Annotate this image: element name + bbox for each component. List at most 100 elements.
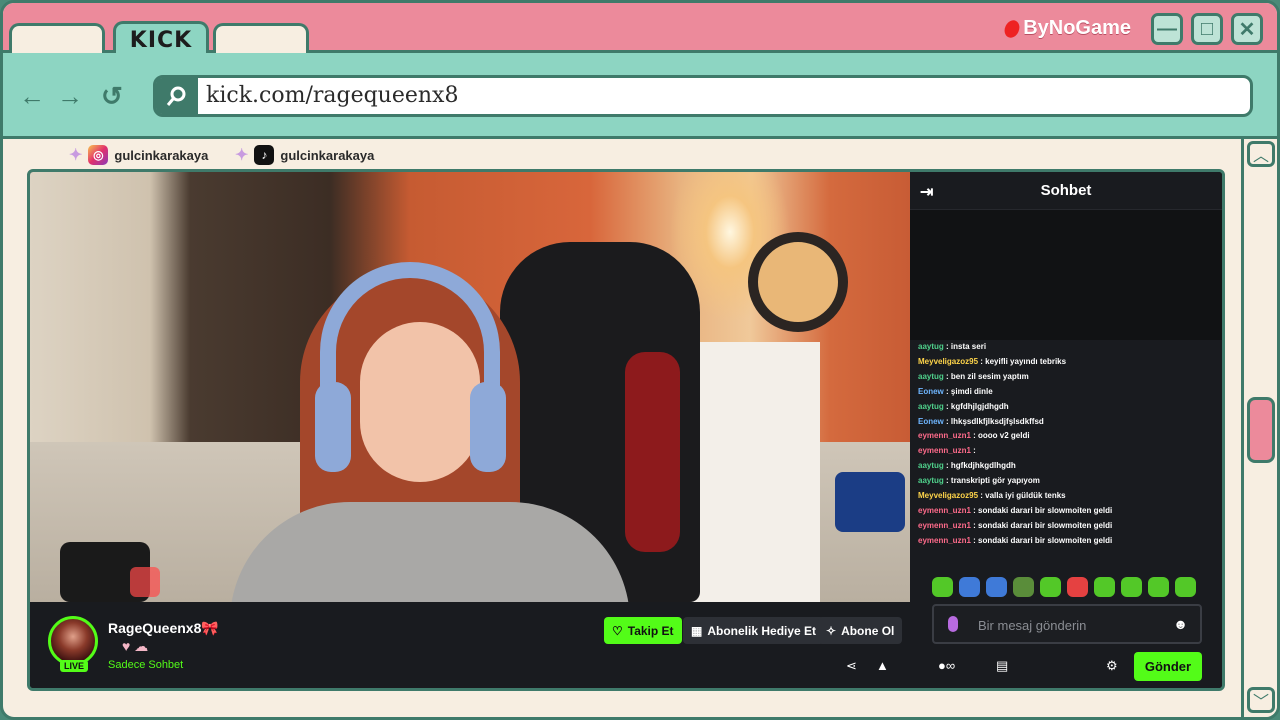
emote-icon[interactable] (932, 577, 953, 597)
tiktok-link[interactable]: ✦ ♪ gulcinkarakaya (235, 145, 374, 165)
maximize-button[interactable]: □ (1191, 13, 1223, 45)
streamer-name[interactable]: RageQueenx8🎀 (108, 620, 219, 637)
heart-icon: ♡ (612, 623, 623, 638)
send-button[interactable]: Gönder (1134, 652, 1202, 681)
chat-username[interactable]: eymenn_uzn1 (918, 506, 971, 515)
chat-text: : lhkşsdlkfjlksdjfşlsdkffsd (943, 416, 1044, 426)
follow-button[interactable]: ♡ Takip Et (604, 617, 682, 644)
chat-pinned-area (910, 210, 1222, 340)
emote-icon[interactable] (1067, 577, 1088, 597)
tiktok-handle: gulcinkarakaya (280, 147, 375, 163)
emote-icon[interactable] (986, 577, 1007, 597)
chat-message: eymenn_uzn1 : sondaki darari bir slowmoi… (918, 519, 1214, 534)
chat-text: : oooo v2 geldi (970, 431, 1030, 441)
chat-username[interactable]: Eonew (918, 387, 944, 396)
chat-text: : transkripti gör yapıyom (943, 476, 1040, 486)
brand-text: ByNoGame (1023, 17, 1131, 39)
tab-kick[interactable]: KICK (113, 21, 209, 54)
scroll-thumb[interactable] (1247, 397, 1275, 463)
chat-username[interactable]: Eonew (918, 417, 944, 426)
scrollbar[interactable]: ︿ ﹀ (1241, 139, 1277, 717)
shelf (690, 342, 820, 602)
streamer-video (170, 262, 630, 622)
chat-username[interactable]: aaytug (918, 402, 944, 411)
subscribe-button[interactable]: ✧ Abone Ol (818, 617, 903, 644)
gift-sub-button[interactable]: ▦ Abonelik Hediye Et (683, 617, 825, 644)
chat-text: : insta seri (943, 342, 987, 351)
badges: ♥ ☁ (122, 638, 149, 654)
chat-username[interactable]: eymenn_uzn1 (918, 521, 971, 530)
collapse-chat-icon[interactable]: ⇥ (920, 182, 933, 202)
decor-ring (748, 232, 848, 332)
emote-bar (932, 577, 1196, 597)
chat-username[interactable]: Meyveligazoz95 (918, 357, 978, 366)
scroll-up-button[interactable]: ︿ (1247, 141, 1275, 167)
reload-icon[interactable]: ↺ (101, 81, 123, 112)
chat-message: aaytug : hgfkdjhkgdlhgdh (918, 459, 1214, 474)
emoji-icon[interactable]: ☻ (1173, 616, 1188, 632)
tab-blank-2[interactable] (213, 23, 309, 53)
emote-icon[interactable] (1148, 577, 1169, 597)
mic-icon[interactable] (948, 616, 958, 632)
chat-message: aaytug : kgfdhjlgjdhgdh (918, 400, 1214, 415)
sparkle-icon: ✦ (69, 147, 83, 164)
chat-message: eymenn_uzn1 : (918, 444, 1214, 459)
emote-icon[interactable] (1175, 577, 1196, 597)
chat-message: aaytug : ben zil sesim yaptım (918, 370, 1214, 385)
instagram-link[interactable]: ✦ ◎ gulcinkarakaya (69, 145, 208, 165)
chat-input[interactable]: Bir mesaj gönderin ☻ (932, 604, 1202, 644)
scroll-down-button[interactable]: ﹀ (1247, 687, 1275, 713)
chat-footer: ●∞ ▤ ⚙ Gönder (910, 650, 1222, 688)
tab-blank-1[interactable] (9, 23, 105, 53)
chat-username[interactable]: eymenn_uzn1 (918, 446, 971, 455)
share-icon[interactable]: ⋖ (846, 658, 857, 674)
emote-icon[interactable] (1040, 577, 1061, 597)
video-player[interactable] (30, 172, 910, 622)
chat-username[interactable]: aaytug (918, 342, 944, 351)
stream-category[interactable]: Sadece Sohbet (108, 659, 183, 671)
store-icon[interactable]: ▤ (996, 658, 1008, 674)
kick-logo: KICK (129, 28, 193, 53)
nav-bar: ← → ↺ kick.com/ragequeenx8 (3, 53, 1277, 139)
chat-username[interactable]: Meyveligazoz95 (918, 491, 978, 500)
chat-text: : (970, 446, 976, 456)
settings-icon[interactable]: ⚙ (1106, 658, 1118, 674)
minimize-button[interactable]: — (1151, 13, 1183, 45)
blue-lamp (835, 472, 905, 532)
report-icon[interactable]: ▲ (876, 658, 889, 673)
chat-message: Meyveligazoz95 : valla iyi güldük tenks (918, 489, 1214, 504)
avatar[interactable] (48, 616, 98, 666)
chat-username[interactable]: eymenn_uzn1 (918, 431, 971, 440)
instagram-handle: gulcinkarakaya (114, 147, 209, 163)
chat-panel: ⇥ Sohbet aaytug : insta seri Meyveligazoz… (910, 172, 1222, 688)
back-arrow-icon[interactable]: ← (19, 81, 45, 112)
subscribe-label: Abone Ol (841, 623, 895, 638)
close-button[interactable]: ✕ (1231, 13, 1263, 45)
chat-username[interactable]: aaytug (918, 372, 944, 381)
chat-message: eymenn_uzn1 : sondaki darari bir slowmoi… (918, 504, 1214, 519)
sparkle-icon: ✦ (235, 147, 249, 164)
star-icon: ✧ (826, 623, 837, 638)
gift-label: Abonelik Hediye Et (707, 623, 817, 638)
address-bar[interactable]: kick.com/ragequeenx8 (153, 75, 1253, 117)
emote-icon[interactable] (959, 577, 980, 597)
chat-text: : keyifli yayındı tebriks (978, 356, 1067, 366)
chat-text: : ben zil sesim yaptım (943, 371, 1029, 381)
chat-text: : kgfdhjlgjdhgdh (943, 401, 1009, 411)
emote-icon[interactable] (1013, 577, 1034, 597)
chat-input-placeholder: Bir mesaj gönderin (978, 618, 1087, 633)
chat-message: eymenn_uzn1 : oooo v2 geldi (918, 429, 1214, 444)
points-icon[interactable]: ●∞ (938, 658, 955, 673)
chat-text: : valla iyi güldük tenks (978, 491, 1066, 501)
chat-username[interactable]: aaytug (918, 476, 944, 485)
chat-text: : sondaki darari bir slowmoiten geldi (970, 535, 1113, 545)
chat-text: : hgfkdjhkgdlhgdh (943, 461, 1016, 471)
emote-icon[interactable] (1094, 577, 1115, 597)
emote-icon[interactable] (1121, 577, 1142, 597)
chat-messages[interactable]: aaytug : insta seri Meyveligazoz95 : keyi… (910, 340, 1222, 560)
chat-username[interactable]: eymenn_uzn1 (918, 536, 971, 545)
bynogame-logo: ByNoGame (1002, 17, 1131, 40)
chat-username[interactable]: aaytug (918, 461, 944, 470)
forward-arrow-icon[interactable]: → (57, 81, 83, 112)
right-earcup (470, 382, 506, 472)
